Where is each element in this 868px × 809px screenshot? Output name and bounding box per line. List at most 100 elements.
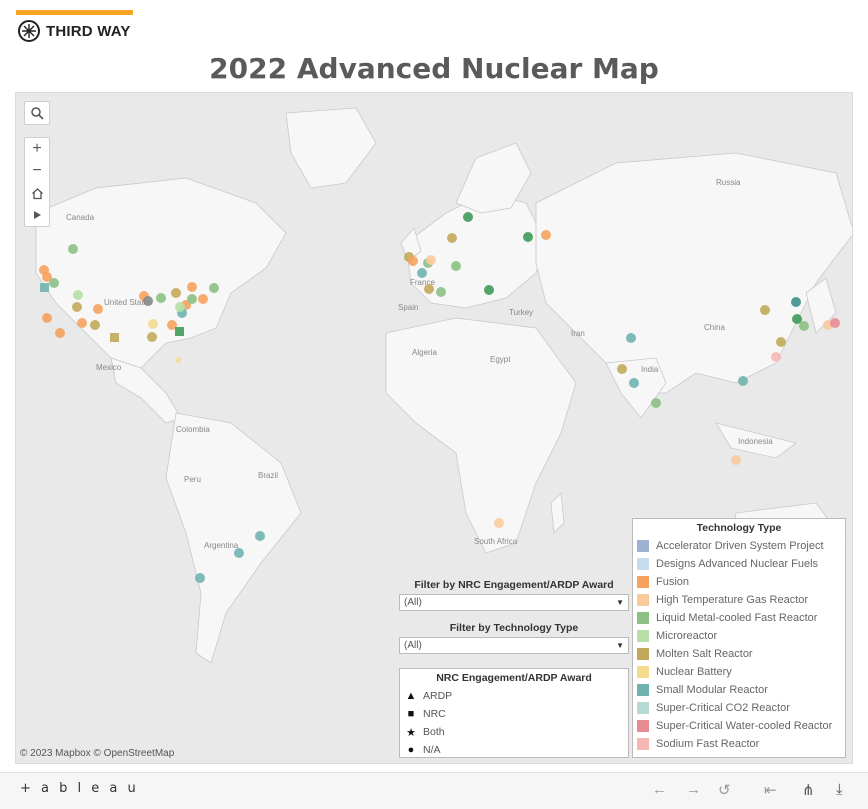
map-marker[interactable] (417, 268, 427, 278)
map-marker[interactable] (93, 304, 103, 314)
zoom-in-button[interactable]: + (25, 138, 49, 160)
chevron-down-icon: ▼ (616, 598, 624, 607)
technology-legend: Technology Type Accelerator Driven Syste… (632, 518, 846, 758)
tech-filter-value: (All) (404, 640, 422, 651)
map-marker[interactable] (68, 244, 78, 254)
redo-icon[interactable]: → (686, 781, 701, 798)
map-marker[interactable] (447, 233, 457, 243)
legend-item-technology[interactable]: Small Modular Reactor (633, 681, 845, 699)
map-marker[interactable] (195, 573, 205, 583)
map-marker[interactable] (55, 328, 65, 338)
map-marker[interactable] (830, 318, 840, 328)
legend-label: NRC (423, 708, 446, 720)
legend-item-technology[interactable]: Super-Critical Water-cooled Reactor (633, 717, 845, 735)
map-marker[interactable] (143, 296, 153, 306)
map-marker[interactable] (187, 294, 197, 304)
map-marker[interactable] (760, 305, 770, 315)
filters-panel: Filter by NRC Engagement/ARDP Award (All… (399, 579, 629, 665)
reset-icon[interactable]: ⇤ (764, 781, 777, 799)
map-marker[interactable] (42, 313, 52, 323)
map-marker[interactable] (776, 337, 786, 347)
map-marker[interactable] (424, 284, 434, 294)
map-marker[interactable] (209, 283, 219, 293)
map-marker[interactable] (629, 378, 639, 388)
map-marker[interactable] (731, 455, 741, 465)
home-icon[interactable] (25, 182, 49, 204)
legend-item-both[interactable]: ★ Both (400, 723, 628, 741)
brand-name: THIRD WAY (46, 22, 131, 40)
map-marker[interactable] (426, 255, 436, 265)
map-marker[interactable] (494, 518, 504, 528)
map-marker[interactable] (523, 232, 533, 242)
map-marker[interactable] (791, 297, 801, 307)
legend-item-technology[interactable]: Designs Advanced Nuclear Fuels (633, 555, 845, 573)
legend-label: Sodium Fast Reactor (656, 738, 760, 750)
map-marker[interactable] (40, 283, 49, 292)
map-marker[interactable] (626, 333, 636, 343)
map-marker[interactable] (234, 548, 244, 558)
map-marker[interactable] (171, 288, 181, 298)
map-marker[interactable] (451, 261, 461, 271)
tableau-toolbar: + a b l e a u ← → ↺ ⇤ ⋔ ⤓ (0, 772, 868, 809)
download-icon[interactable]: ⤓ (836, 781, 843, 798)
nrc-filter-select[interactable]: (All) ▼ (399, 594, 629, 611)
map-attribution: © 2023 Mapbox © OpenStreetMap (20, 748, 175, 759)
legend-label: ARDP (423, 690, 453, 702)
map-marker[interactable] (175, 327, 184, 336)
map-marker[interactable] (255, 531, 265, 541)
legend-item-technology[interactable]: Nuclear Battery (633, 663, 845, 681)
map-marker[interactable] (156, 293, 166, 303)
revert-icon[interactable]: ↺ (718, 781, 731, 799)
map-marker[interactable] (187, 282, 197, 292)
legend-item-technology[interactable]: Super-Critical CO2 Reactor (633, 699, 845, 717)
map-marker[interactable] (541, 230, 551, 240)
map-marker[interactable] (484, 285, 494, 295)
map-marker[interactable] (148, 319, 158, 329)
color-swatch (637, 666, 649, 678)
map-marker[interactable] (198, 294, 208, 304)
legend-item-technology[interactable]: Fusion (633, 573, 845, 591)
share-icon[interactable]: ⋔ (802, 781, 815, 799)
map-marker[interactable] (738, 376, 748, 386)
map-marker[interactable]: ★ (173, 353, 184, 367)
map-marker[interactable] (77, 318, 87, 328)
map-marker[interactable] (73, 290, 83, 300)
square-icon: ■ (407, 708, 415, 720)
legend-item-technology[interactable]: Molten Salt Reactor (633, 645, 845, 663)
map-marker[interactable] (408, 256, 418, 266)
search-icon[interactable] (25, 102, 49, 124)
legend-label: High Temperature Gas Reactor (656, 594, 809, 606)
legend-item-technology[interactable]: High Temperature Gas Reactor (633, 591, 845, 609)
map-marker[interactable] (72, 302, 82, 312)
map-marker[interactable] (90, 320, 100, 330)
brand-accent-bar (16, 10, 133, 15)
legend-item-nrc[interactable]: ■ NRC (400, 705, 628, 723)
color-swatch (637, 612, 649, 624)
map-search-control[interactable] (24, 101, 50, 125)
map-marker[interactable] (110, 333, 119, 342)
play-icon[interactable] (25, 204, 49, 226)
tech-filter-select[interactable]: (All) ▼ (399, 637, 629, 654)
legend-item-technology[interactable]: Microreactor (633, 627, 845, 645)
legend-item-technology[interactable]: Sodium Fast Reactor (633, 735, 845, 753)
map-marker[interactable] (49, 278, 59, 288)
tech-filter-label: Filter by Technology Type (449, 622, 579, 634)
zoom-out-button[interactable]: − (25, 160, 49, 182)
map-marker[interactable] (799, 321, 809, 331)
map-marker[interactable] (147, 332, 157, 342)
map-marker[interactable] (463, 212, 473, 222)
map-marker[interactable] (436, 287, 446, 297)
legend-item-ardp[interactable]: ▲ ARDP (400, 687, 628, 705)
tableau-logo[interactable]: + a b l e a u (20, 781, 139, 796)
legend-item-na[interactable]: ● N/A (400, 741, 628, 759)
map-marker[interactable] (175, 302, 185, 312)
color-swatch (637, 594, 649, 606)
legend-item-technology[interactable]: Accelerator Driven System Project (633, 537, 845, 555)
undo-icon[interactable]: ← (652, 781, 667, 798)
legend-label: N/A (423, 744, 441, 756)
page-title: 2022 Advanced Nuclear Map (209, 52, 659, 85)
map-marker[interactable] (771, 352, 781, 362)
map-marker[interactable] (651, 398, 661, 408)
legend-item-technology[interactable]: Liquid Metal-cooled Fast Reactor (633, 609, 845, 627)
map-marker[interactable] (617, 364, 627, 374)
